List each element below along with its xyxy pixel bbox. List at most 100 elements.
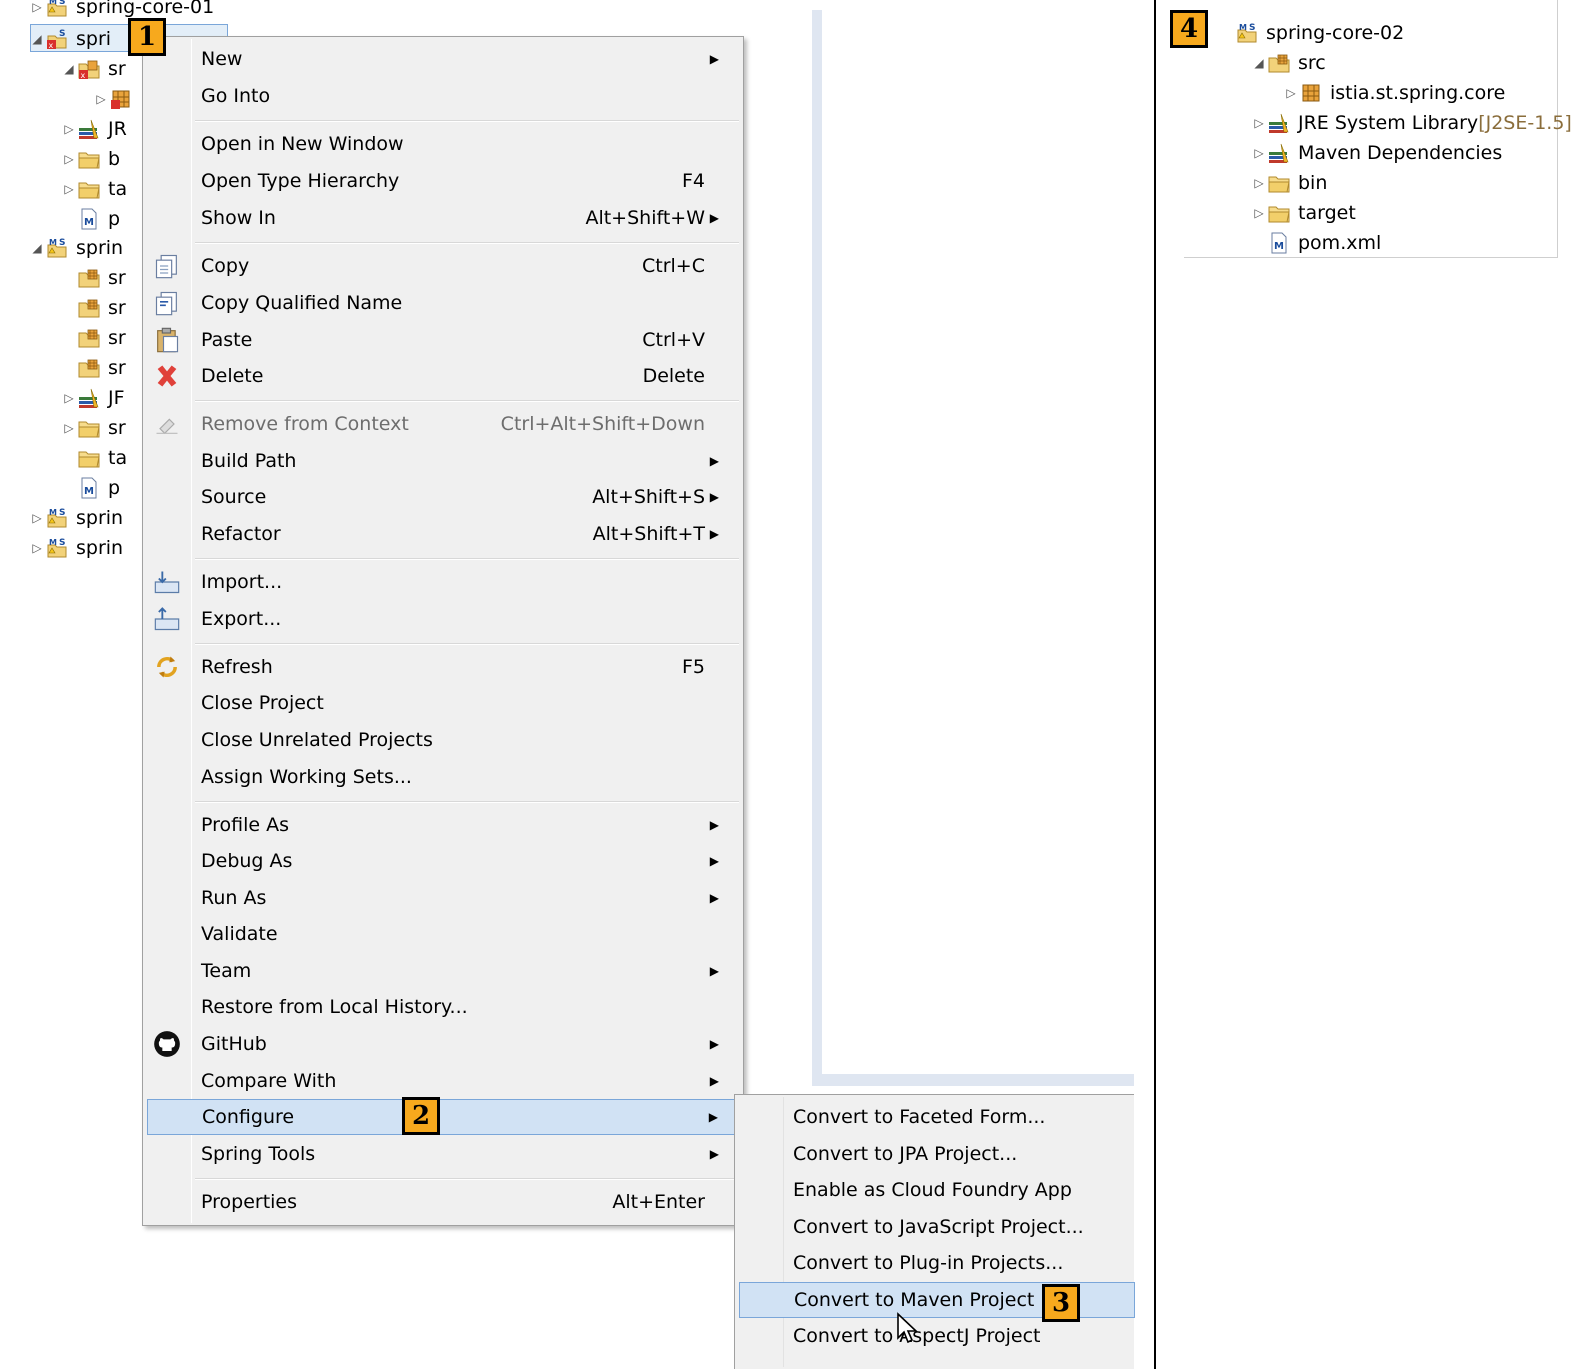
explorer-tree-item[interactable]: ▷ b — [62, 144, 120, 174]
expand-arrow-icon[interactable]: ▷ — [62, 182, 76, 196]
explorer-tree-item[interactable]: Mp — [62, 204, 120, 234]
menu-item-restore-from-local-history[interactable]: Restore from Local History... — [147, 989, 737, 1025]
expand-arrow-icon[interactable]: ▷ — [62, 421, 76, 435]
submenu-arrow-icon: ▶ — [709, 818, 719, 832]
menu-item-assign-working-sets[interactable]: Assign Working Sets... — [147, 759, 737, 795]
collapse-arrow-icon[interactable]: ◢ — [1252, 56, 1266, 70]
expand-arrow-icon[interactable]: ▷ — [30, 511, 44, 525]
source-folder-icon — [76, 297, 102, 319]
library-icon — [1266, 142, 1292, 164]
expand-arrow-icon[interactable]: ▷ — [30, 0, 44, 14]
menu-item-debug-as[interactable]: Debug As ▶ — [147, 843, 737, 879]
submenu-item-convert-to-javascript-project[interactable]: Convert to JavaScript Project... — [739, 1209, 1135, 1245]
result-tree-item-label: Maven Dependencies — [1298, 142, 1503, 164]
collapse-arrow-icon[interactable]: ◢ — [30, 241, 44, 255]
explorer-tree-item[interactable]: sr — [62, 323, 126, 353]
expand-arrow-icon[interactable]: ▷ — [1252, 116, 1266, 130]
menu-item-profile-as[interactable]: Profile As ▶ — [147, 807, 737, 843]
menu-item-run-as[interactable]: Run As ▶ — [147, 880, 737, 916]
menu-item-source[interactable]: Source Alt+Shift+S ▶ — [147, 479, 737, 515]
explorer-tree-item[interactable]: ◢ Sx spri — [30, 24, 111, 54]
menu-item-copy[interactable]: Copy Ctrl+C — [147, 248, 737, 284]
menu-item-go-into[interactable]: Go Into — [147, 78, 737, 114]
menu-item-open-type-hierarchy[interactable]: Open Type Hierarchy F4 — [147, 163, 737, 199]
submenu-item-convert-to-jpa-project[interactable]: Convert to JPA Project... — [739, 1136, 1135, 1172]
menu-item-show-in[interactable]: Show In Alt+Shift+W ▶ — [147, 200, 737, 236]
menu-item-label: Delete — [201, 365, 264, 387]
menu-item-label: Compare With — [201, 1070, 337, 1092]
explorer-tree-item[interactable]: ta — [62, 443, 127, 473]
submenu-item-convert-to-aspectj-project[interactable]: Convert to AspectJ Project — [739, 1318, 1135, 1354]
submenu-item-convert-to-faceted-form[interactable]: Convert to Faceted Form... — [739, 1099, 1135, 1135]
result-tree-item[interactable]: Mpom.xml — [1252, 228, 1381, 258]
menu-item-import[interactable]: Import... — [147, 564, 737, 600]
copy-qualified-icon — [153, 289, 181, 317]
explorer-tree-item[interactable]: ▷ M Ssprin — [30, 533, 123, 563]
expand-arrow-icon[interactable]: ▷ — [62, 391, 76, 405]
source-folder-icon — [1266, 52, 1292, 74]
collapse-arrow-icon[interactable]: ◢ — [62, 62, 76, 76]
result-tree-item[interactable]: ▷ target — [1252, 198, 1355, 228]
menu-item-delete[interactable]: Delete Delete — [147, 358, 737, 394]
menu-item-close-project[interactable]: Close Project — [147, 685, 737, 721]
result-tree-item[interactable]: M Sspring-core-02 — [1220, 18, 1404, 48]
menu-item-compare-with[interactable]: Compare With ▶ — [147, 1063, 737, 1099]
menu-item-export[interactable]: Export... — [147, 601, 737, 637]
result-tree-item[interactable]: ▷ Maven Dependencies — [1252, 138, 1502, 168]
svg-text:M: M — [49, 538, 57, 547]
menu-item-close-unrelated-projects[interactable]: Close Unrelated Projects — [147, 722, 737, 758]
expand-arrow-icon[interactable]: ▷ — [30, 541, 44, 555]
expand-arrow-icon[interactable]: ▷ — [1284, 86, 1298, 100]
explorer-tree-item[interactable]: ◢ x sr — [62, 54, 125, 84]
explorer-tree-item[interactable]: ▷ JF — [62, 383, 124, 413]
svg-text:x: x — [49, 41, 54, 50]
result-tree-item[interactable]: ▷ bin — [1252, 168, 1327, 198]
menu-item-open-in-new-window[interactable]: Open in New Window — [147, 126, 737, 162]
result-tree-item[interactable]: ◢ src — [1252, 48, 1325, 78]
menu-item-shortcut: Delete — [642, 365, 705, 387]
svg-text:x: x — [81, 71, 86, 80]
menu-item-team[interactable]: Team ▶ — [147, 953, 737, 989]
explorer-tree-item[interactable]: ▷ M Ssprin — [30, 503, 123, 533]
menu-item-properties[interactable]: Properties Alt+Enter — [147, 1184, 737, 1220]
explorer-tree-item[interactable]: sr — [62, 263, 126, 293]
menu-item-github[interactable]: GitHub ▶ — [147, 1026, 737, 1062]
expand-arrow-icon[interactable]: ▷ — [94, 92, 108, 106]
explorer-tree-item[interactable]: ◢ M Ssprin — [30, 233, 123, 263]
menu-item-refresh[interactable]: Refresh F5 — [147, 649, 737, 685]
expand-arrow-icon[interactable]: ▷ — [1252, 176, 1266, 190]
menu-item-spring-tools[interactable]: Spring Tools ▶ — [147, 1136, 737, 1172]
explorer-tree-item[interactable]: ▷ sr — [62, 413, 125, 443]
menu-item-copy-qualified-name[interactable]: Copy Qualified Name — [147, 285, 737, 321]
menu-item-label: Refactor — [201, 523, 281, 545]
menu-separator — [195, 1178, 739, 1180]
menu-item-refactor[interactable]: Refactor Alt+Shift+T ▶ — [147, 516, 737, 552]
menu-item-label: New — [201, 48, 243, 70]
result-tree-item[interactable]: ▷ istia.st.spring.core — [1284, 78, 1505, 108]
explorer-tree-item[interactable]: ▷ — [94, 84, 140, 114]
menu-item-label: Source — [201, 486, 267, 508]
explorer-tree-item[interactable]: sr — [62, 293, 126, 323]
menu-item-paste[interactable]: Paste Ctrl+V — [147, 322, 737, 358]
svg-text:S: S — [1249, 23, 1255, 33]
expand-arrow-icon[interactable]: ▷ — [62, 152, 76, 166]
expand-arrow-icon[interactable]: ▷ — [62, 122, 76, 136]
menu-item-shortcut: F4 — [681, 170, 705, 192]
result-tree-item[interactable]: ▷ JRE System Library [J2SE-1.5] — [1252, 108, 1571, 138]
menu-item-build-path[interactable]: Build Path ▶ — [147, 443, 737, 479]
submenu-item-enable-as-cloud-foundry-app[interactable]: Enable as Cloud Foundry App — [739, 1172, 1135, 1208]
expand-arrow-icon[interactable]: ▷ — [1252, 206, 1266, 220]
menu-separator — [195, 120, 739, 122]
collapse-arrow-icon[interactable]: ◢ — [30, 32, 44, 46]
explorer-tree-item[interactable]: ▷ M Sspring-core-01 — [30, 0, 214, 22]
explorer-tree-item[interactable]: Mp — [62, 473, 120, 503]
explorer-tree-item[interactable]: sr — [62, 353, 126, 383]
explorer-tree-item[interactable]: ▷ ta — [62, 174, 127, 204]
expand-arrow-icon[interactable]: ▷ — [1252, 146, 1266, 160]
menu-item-validate[interactable]: Validate — [147, 916, 737, 952]
menu-item-configure[interactable]: Configure ▶ — [147, 1099, 737, 1135]
explorer-tree-item[interactable]: ▷ JR — [62, 114, 126, 144]
menu-item-new[interactable]: New ▶ — [147, 41, 737, 77]
submenu-item-convert-to-plug-in-projects[interactable]: Convert to Plug-in Projects... — [739, 1245, 1135, 1281]
menu-item-label: Remove from Context — [201, 413, 409, 435]
